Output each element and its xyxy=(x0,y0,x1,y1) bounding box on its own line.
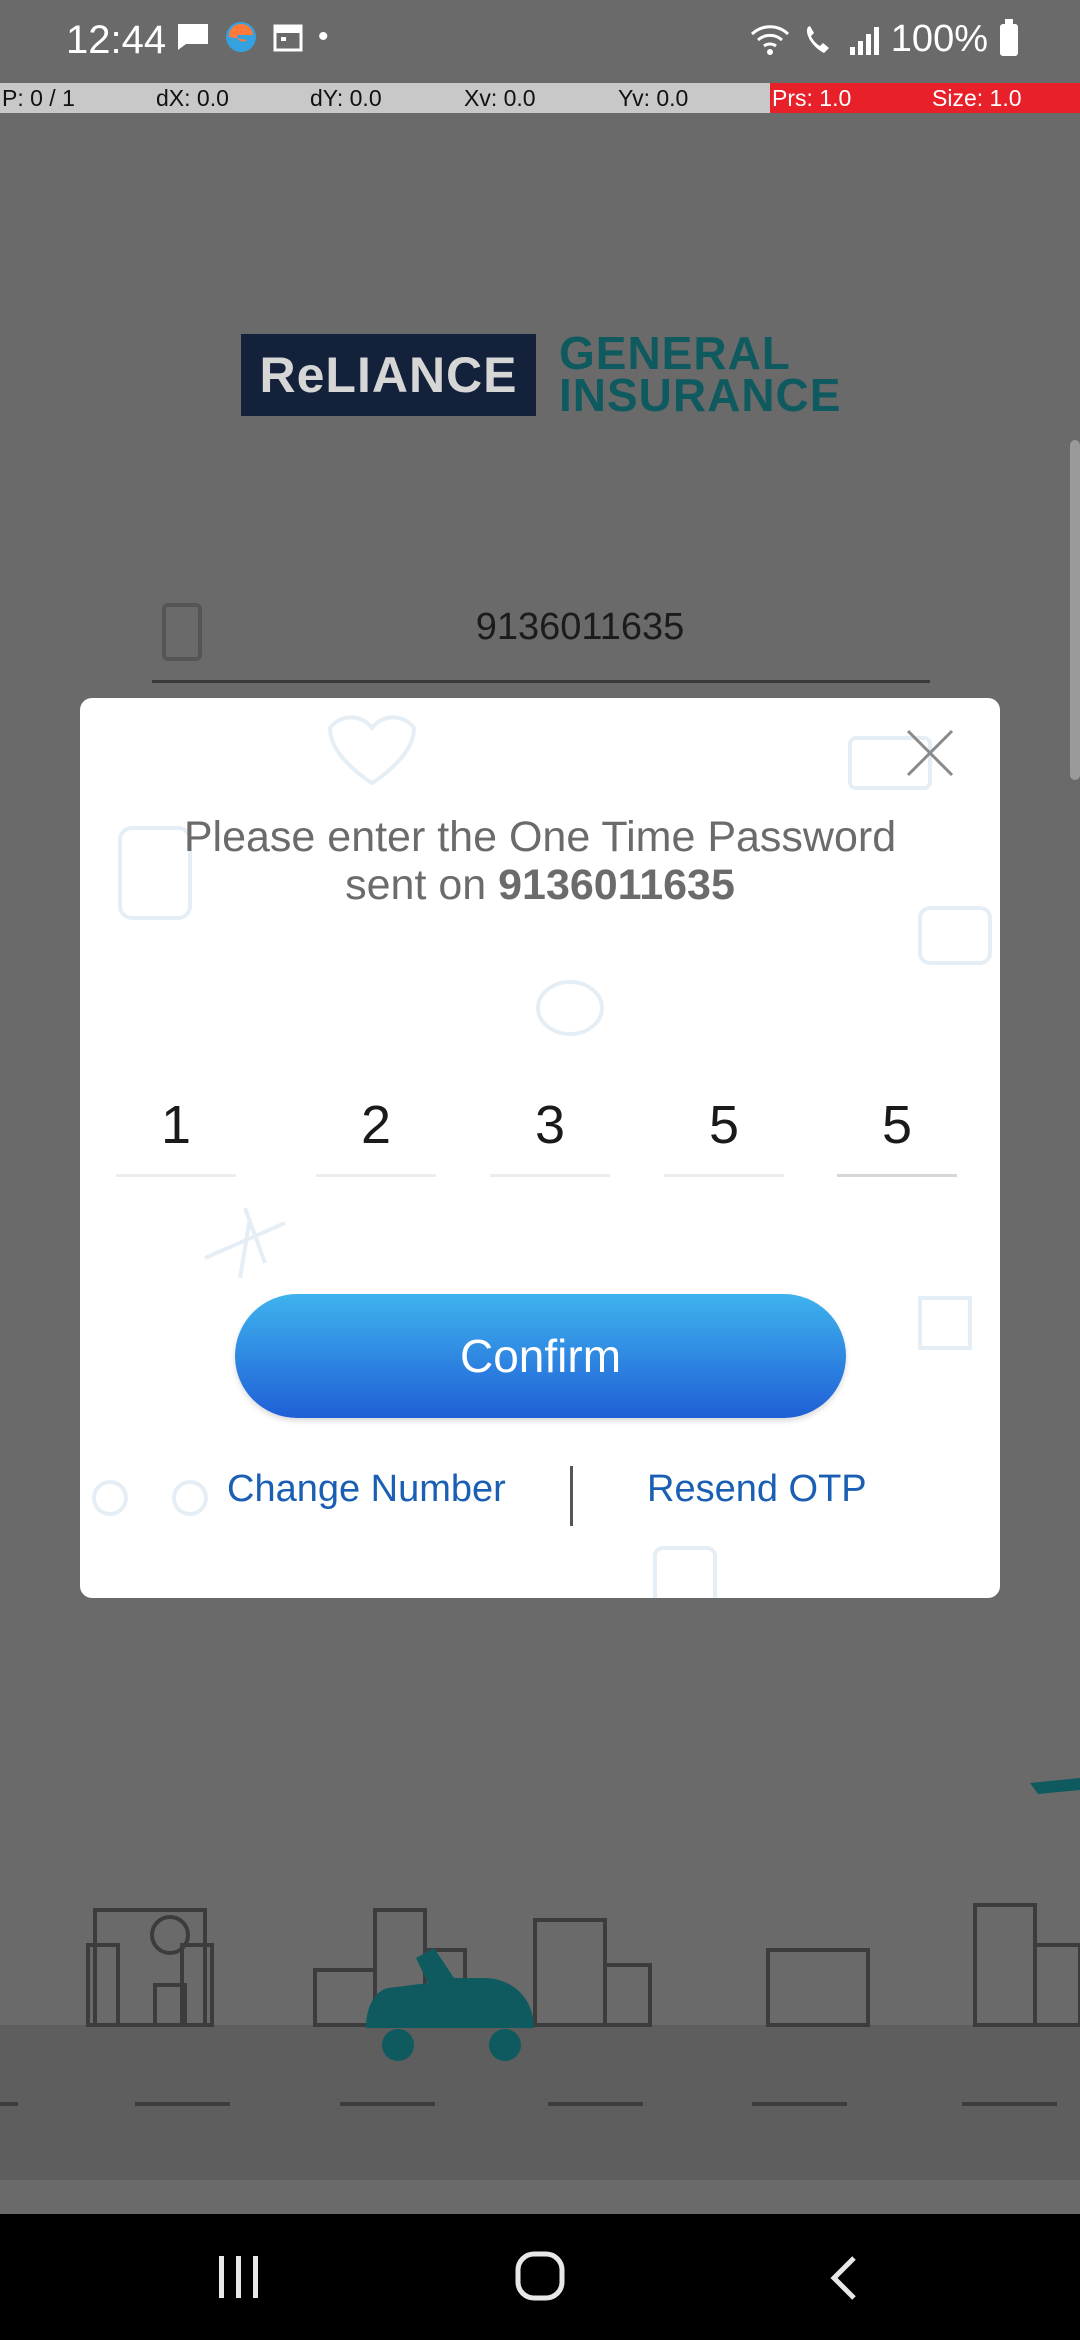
back-icon[interactable] xyxy=(826,2254,862,2302)
general-insurance-logo-text: GENERAL INSURANCE xyxy=(559,327,842,421)
notification-icons: • xyxy=(176,20,329,54)
edge-browser-icon xyxy=(226,22,256,52)
delta-y: dY: 0.0 xyxy=(310,85,382,111)
link-divider xyxy=(570,1466,573,1526)
battery-icon xyxy=(1000,18,1018,56)
velocity-x: Xv: 0.0 xyxy=(464,85,536,111)
delta-x: dX: 0.0 xyxy=(156,85,229,111)
otp-digit-1[interactable]: 1 xyxy=(116,1082,236,1177)
wifi-call-icon xyxy=(806,25,829,53)
resend-otp-link[interactable]: Resend OTP xyxy=(647,1468,867,1511)
velocity-y: Yv: 0.0 xyxy=(618,85,689,111)
otp-digit-4[interactable]: 5 xyxy=(664,1082,784,1177)
dot-icon: • xyxy=(318,20,329,53)
otp-digit-3[interactable]: 3 xyxy=(490,1082,610,1177)
otp-digit-2[interactable]: 2 xyxy=(316,1082,436,1177)
status-bar: 12:44 • 100% xyxy=(0,0,1080,82)
change-number-link[interactable]: Change Number xyxy=(227,1468,506,1511)
mobile-number-underline xyxy=(152,680,930,683)
mobile-number-input[interactable]: 9136011635 xyxy=(440,606,720,649)
otp-dialog: Please enter the One Time Password sent … xyxy=(80,698,1000,1598)
city-skyline-illustration xyxy=(0,1778,1080,2180)
battery-percentage: 100% xyxy=(890,18,988,60)
otp-instruction: Please enter the One Time Password sent … xyxy=(183,813,897,909)
confirm-button[interactable]: Confirm xyxy=(235,1294,846,1418)
touch-size: Size: 1.0 xyxy=(924,83,1080,113)
signal-icon xyxy=(849,25,879,55)
home-icon[interactable] xyxy=(514,2250,566,2302)
calendar-icon xyxy=(273,24,303,52)
pressure: Prs: 1.0 xyxy=(770,83,924,113)
pointer-location-bar: P: 0 / 1 dX: 0.0 dY: 0.0 Xv: 0.0 Yv: 0.0… xyxy=(0,83,1080,113)
system-navigation-bar xyxy=(0,2214,1080,2340)
mobile-phone-icon xyxy=(162,603,202,661)
status-time: 12:44 xyxy=(66,18,167,62)
otp-phone-number: 9136011635 xyxy=(498,861,735,909)
recents-icon[interactable] xyxy=(215,2254,263,2300)
chat-icon xyxy=(178,24,208,50)
otp-digit-5[interactable]: 5 xyxy=(837,1082,957,1177)
close-icon[interactable] xyxy=(900,723,960,783)
pointer-count: P: 0 / 1 xyxy=(2,85,75,111)
reliance-logo: ReLIANCE xyxy=(241,334,536,416)
scrollbar[interactable] xyxy=(1070,440,1080,780)
wifi-icon xyxy=(750,24,789,55)
